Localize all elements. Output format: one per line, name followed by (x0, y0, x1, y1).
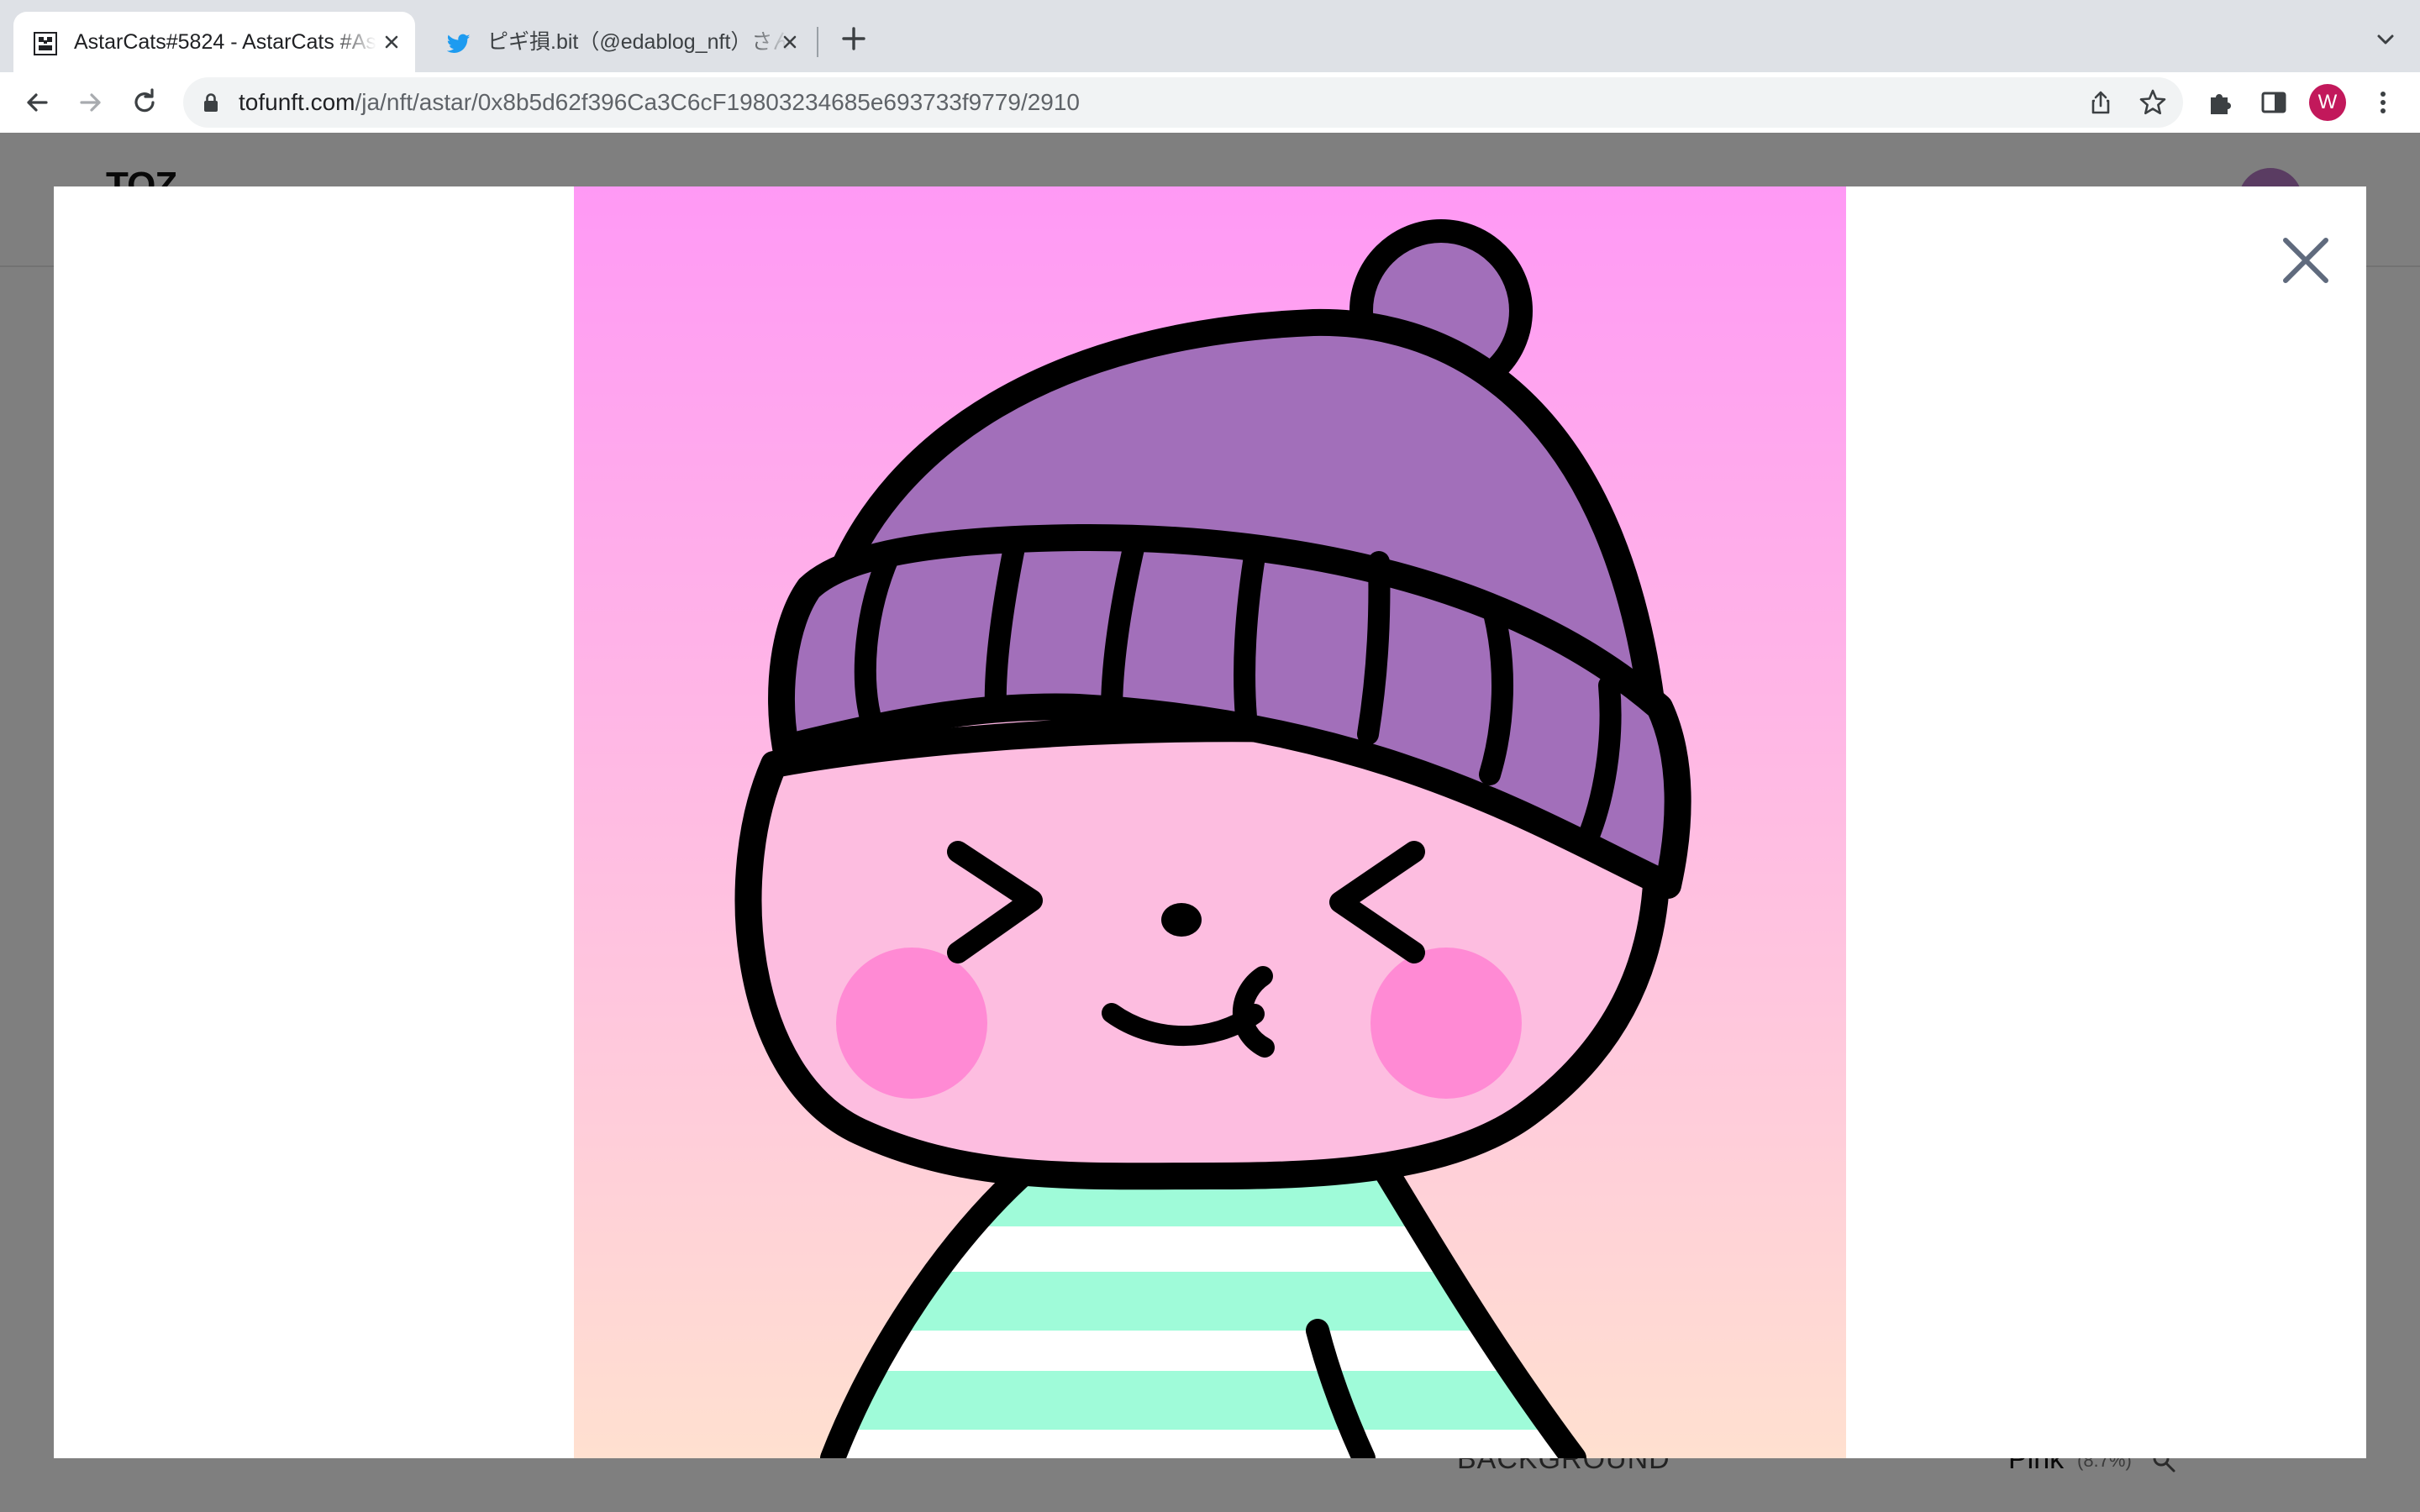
url-host: tofunft.com (239, 89, 355, 115)
share-icon[interactable] (2087, 89, 2114, 116)
tab-close-icon[interactable] (778, 30, 802, 54)
bookmark-star-icon[interactable] (2138, 87, 2168, 118)
profile-avatar[interactable]: W (2309, 84, 2346, 121)
reload-icon[interactable] (129, 87, 160, 118)
tab-twitter[interactable]: ピギ損.bit（@edablog_nft）さん / Twitter (427, 12, 813, 72)
back-arrow-icon[interactable] (22, 87, 52, 118)
tab-close-icon[interactable] (380, 30, 403, 54)
browser-window: AstarCats#5824 - AstarCats #AstarCats #5… (0, 0, 2420, 1512)
nft-image (574, 186, 1846, 1458)
tab-title: ピギ損.bit（@edablog_nft）さん / Twitter (487, 30, 790, 54)
tab-strip: AstarCats#5824 - AstarCats #AstarCats #5… (0, 0, 2420, 72)
tofunft-icon (34, 32, 57, 55)
address-bar[interactable]: tofunft.com/ja/nft/astar/0x8b5d62f396Ca3… (183, 77, 2183, 128)
tab-title: AstarCats#5824 - AstarCats #AstarCats #5… (74, 30, 376, 54)
side-panel-icon[interactable] (2259, 87, 2289, 118)
twitter-bird-icon (447, 34, 471, 53)
forward-arrow-icon[interactable] (76, 87, 106, 118)
url-path: /ja/nft/astar/0x8b5d62f396Ca3C6cF1980323… (355, 89, 1081, 115)
browser-toolbar: tofunft.com/ja/nft/astar/0x8b5d62f396Ca3… (0, 72, 2420, 133)
tab-search-chevron-icon[interactable] (2373, 27, 2398, 52)
more-menu-icon[interactable] (2368, 87, 2398, 118)
extensions-puzzle-icon[interactable] (2206, 87, 2236, 118)
lock-icon[interactable] (202, 92, 220, 113)
new-tab-icon[interactable] (837, 22, 871, 55)
tab-separator (817, 27, 818, 57)
tab-astarcats[interactable]: AstarCats#5824 - AstarCats #AstarCats #5… (13, 12, 415, 72)
url-text[interactable]: tofunft.com/ja/nft/astar/0x8b5d62f396Ca3… (239, 88, 1080, 117)
close-icon[interactable] (2269, 223, 2343, 297)
image-preview-modal (54, 186, 2366, 1458)
